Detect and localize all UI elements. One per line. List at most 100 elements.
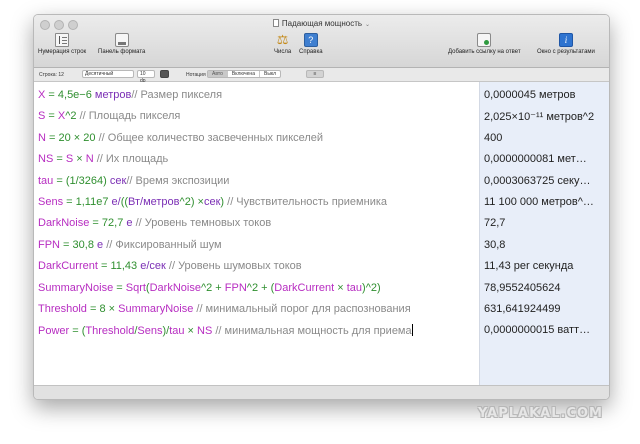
notation-option-auto[interactable]: Авто xyxy=(208,71,228,77)
expression-token: + xyxy=(212,281,225,294)
result-value[interactable]: 30,8 xyxy=(484,239,505,251)
numbers-button[interactable]: ⚖ Числа xyxy=(274,33,292,56)
expression-token: = xyxy=(63,196,76,208)
expression-token: е xyxy=(93,238,104,251)
notation-option-off[interactable]: Выкл xyxy=(260,71,280,77)
line-numbers-icon xyxy=(55,33,70,47)
expression-line[interactable]: DarkCurrent = 11,43 е/сек // Уровень шум… xyxy=(38,260,302,272)
expression-line[interactable]: FPN = 30,8 е // Фиксированный шум xyxy=(38,239,222,251)
expression-token: NS xyxy=(38,153,54,166)
expression-token: DarkCurrent xyxy=(274,281,335,294)
expression-token: = xyxy=(113,281,126,294)
expression-token: // Площадь пикселя xyxy=(76,110,181,123)
text-cursor xyxy=(411,324,413,337)
expression-line[interactable]: Sens = 1,11e7 е/((Вт/метров^2) ×сек) // … xyxy=(38,196,387,208)
color-swatch[interactable] xyxy=(160,70,169,78)
expression-line[interactable]: tau = (1/3264) сек// Время экспозиции xyxy=(38,175,229,187)
expression-token: 30,8 xyxy=(72,238,94,251)
expression-token: )^ xyxy=(362,281,371,294)
expression-token: метров xyxy=(91,89,132,101)
result-value[interactable]: 72,7 xyxy=(484,217,505,229)
add-link-button[interactable]: Добавить ссылку на ответ xyxy=(448,33,521,55)
result-value[interactable]: 78,9552405624 xyxy=(484,282,560,294)
number-format-value: Десятичный xyxy=(85,71,114,77)
expression-token: 20 xyxy=(83,131,96,144)
expression-token: сек xyxy=(203,196,221,208)
add-link-label: Добавить ссылку на ответ xyxy=(448,49,521,55)
result-value[interactable]: 0,0000045 метров xyxy=(484,89,576,101)
expression-line[interactable]: NS = S × N // Их площадь xyxy=(38,153,168,165)
expression-token: е/ xyxy=(108,196,121,208)
info-icon: i xyxy=(558,33,573,47)
decimals-select[interactable]: 10 dp xyxy=(137,70,155,84)
expression-token: 1,11e7 xyxy=(75,196,109,208)
expression-token: 11,43 xyxy=(110,260,138,273)
menu-icon: ≡ xyxy=(313,71,317,77)
result-value[interactable]: 0,0000000081 мет… xyxy=(484,153,587,165)
expression-token: 72,7 xyxy=(101,217,124,230)
format-panel-button[interactable]: Панель формата xyxy=(98,33,145,55)
expression-token: // Уровень темновых токов xyxy=(132,217,272,230)
expression-token: = xyxy=(45,110,58,123)
expression-token: NS xyxy=(197,325,213,338)
number-format-select[interactable]: Десятичный xyxy=(82,70,134,78)
expression-token: = xyxy=(45,89,58,101)
expression-token: // минимальная мощность для приема xyxy=(212,325,412,338)
expression-token: // Чувствительность приемника xyxy=(224,196,388,208)
notation-option-on[interactable]: Включена xyxy=(228,71,260,77)
expression-token: е xyxy=(123,217,133,230)
result-value[interactable]: 0,0003063725 секу… xyxy=(484,175,590,187)
expression-token: сек xyxy=(109,174,127,187)
expression-token: × xyxy=(184,325,198,338)
expression-token: (( xyxy=(120,196,129,208)
expression-line[interactable]: S = X^2 // Площадь пикселя xyxy=(38,110,180,122)
help-button[interactable]: ? Справка xyxy=(299,33,323,55)
result-value[interactable]: 11,43 per секунда xyxy=(484,260,573,272)
help-label: Справка xyxy=(299,49,323,55)
results-window-button[interactable]: i Окно с результатами xyxy=(537,33,595,55)
results-panel: 0,0000045 метров 2,025×10⁻¹¹ метров^2 400 0… xyxy=(479,82,609,385)
line-numbers-button[interactable]: Нумерация строк xyxy=(38,33,86,55)
expression-token: = xyxy=(97,260,111,273)
expression-token: // Уровень шумовых токов xyxy=(165,260,302,273)
expression-line[interactable]: SummaryNoise = Sqrt(DarkNoise^2 + FPN^2 … xyxy=(38,282,381,294)
numbers-label: Числа xyxy=(274,49,292,55)
document-icon xyxy=(272,19,279,27)
expression-line[interactable]: X = 4,5e−6 метров// Размер пикселя xyxy=(38,89,222,101)
expression-token: 4,5e−6 xyxy=(57,89,92,101)
expression-token: 20 xyxy=(58,131,71,144)
expression-token: ) × xyxy=(190,196,204,208)
expression-token: DarkNoise xyxy=(38,217,90,230)
expression-token: FPN xyxy=(38,238,60,251)
expression-line[interactable]: Power = (Threshold/Sens)/tau × NS // мин… xyxy=(38,324,413,337)
expression-token: tau xyxy=(346,281,363,294)
expression-token: N xyxy=(85,153,94,166)
expression-token: SummaryNoise xyxy=(118,303,194,315)
expression-line[interactable]: DarkNoise = 72,7 е // Уровень темновых т… xyxy=(38,217,271,229)
chevron-down-icon: ⌄ xyxy=(365,22,371,28)
result-value[interactable]: 631,641924499 xyxy=(484,303,560,315)
expression-token: // Время экспозиции xyxy=(126,174,230,187)
window-title[interactable]: Падающая мощность ⌄ xyxy=(34,19,609,28)
line-numbers-label: Нумерация строк xyxy=(38,49,87,55)
result-value[interactable]: 2,025×10⁻¹¹ метров^2 xyxy=(484,110,594,123)
options-menu-button[interactable]: ≡ xyxy=(306,70,324,78)
expression-line[interactable]: Threshold = 8 × SummaryNoise // минималь… xyxy=(38,303,411,315)
expression-token: Sens xyxy=(137,325,163,338)
current-line-indicator: Строка: 12 xyxy=(39,72,64,78)
editor-area[interactable]: X = 4,5e−6 метров// Размер пикселя S = X^… xyxy=(34,82,479,385)
expression-token: + ( xyxy=(258,281,275,294)
format-panel-icon xyxy=(114,33,129,47)
expression-token: Sqrt xyxy=(125,281,146,294)
result-value[interactable]: 11 100 000 метров^… xyxy=(484,196,594,208)
format-panel-label: Панель формата xyxy=(98,49,146,55)
expression-line[interactable]: N = 20 × 20 // Общее количество засвечен… xyxy=(38,132,323,144)
expression-token: = xyxy=(45,131,59,144)
result-value[interactable]: 400 xyxy=(484,132,502,144)
notation-segmented-control[interactable]: Авто Включена Выкл xyxy=(207,70,282,78)
result-value[interactable]: 0,0000000015 ватт… xyxy=(484,324,590,336)
options-bar: Строка: 12 Десятичный 10 dp Нотация Авто… xyxy=(34,68,609,84)
expression-token: // Их площадь xyxy=(93,153,169,166)
expression-token: = ( xyxy=(53,174,70,187)
expression-token: N xyxy=(38,131,46,144)
